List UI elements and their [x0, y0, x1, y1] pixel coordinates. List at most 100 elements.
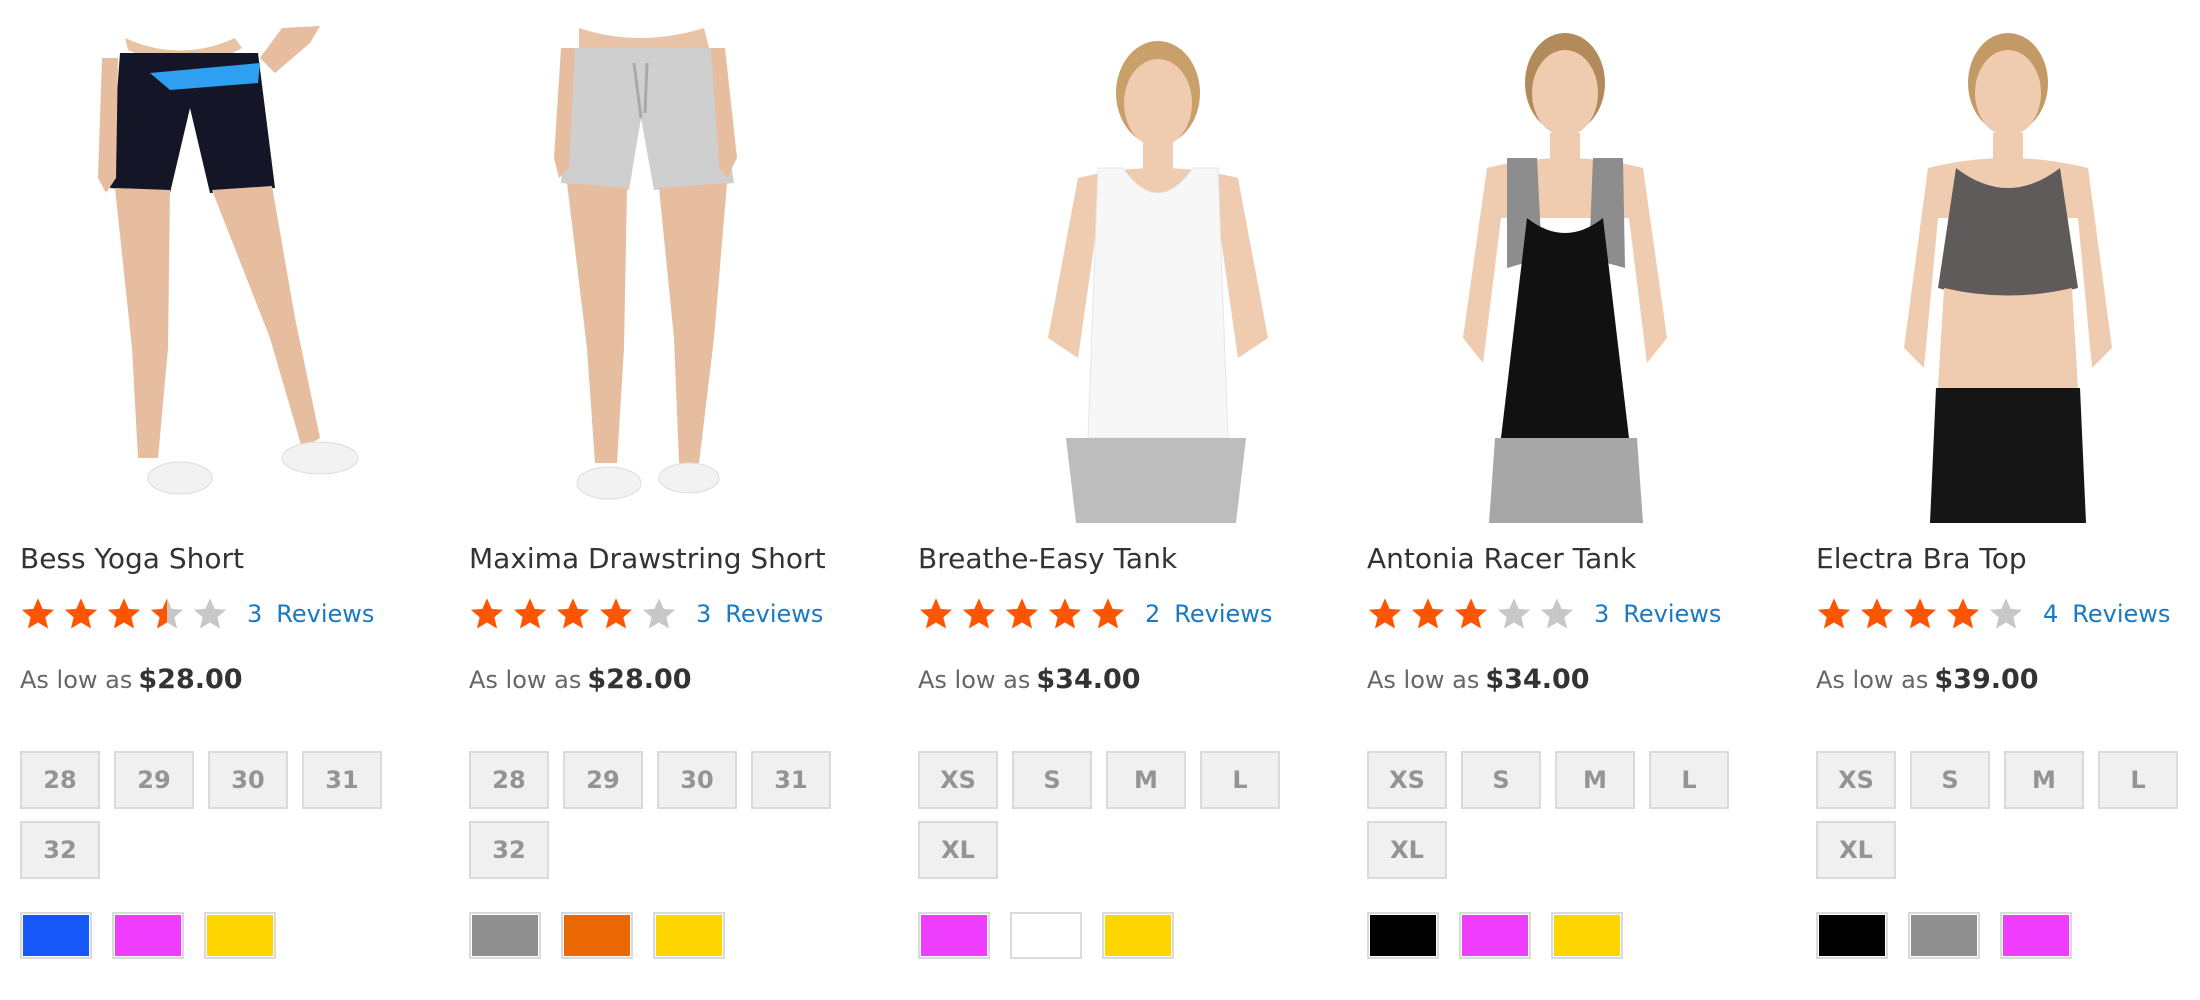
size-option[interactable]: M [1555, 751, 1635, 809]
size-options: XS S M L XL [918, 751, 1318, 879]
product-name-link[interactable]: Antonia Racer Tank [1367, 542, 1636, 575]
reviews-link[interactable]: Reviews [1174, 600, 1272, 628]
price-amount: $28.00 [587, 664, 692, 695]
product-image-link[interactable] [20, 18, 440, 523]
color-swatch[interactable] [1010, 912, 1082, 959]
color-options [20, 912, 276, 959]
product-rating: 3 Reviews [1367, 594, 1721, 634]
reviews-count-link[interactable]: 3 [247, 600, 262, 628]
color-swatch[interactable] [1816, 912, 1888, 959]
size-option[interactable]: M [1106, 751, 1186, 809]
product-rating: 4 Reviews [1816, 594, 2170, 634]
star-icon [1454, 598, 1488, 629]
size-option[interactable]: 31 [302, 751, 382, 809]
product-rating: 3 Reviews [469, 594, 823, 634]
size-option[interactable]: 29 [114, 751, 194, 809]
color-swatch[interactable] [2000, 912, 2072, 959]
product-price: As low as $34.00 [1367, 664, 1590, 695]
size-option[interactable]: S [1461, 751, 1541, 809]
color-swatch[interactable] [1908, 912, 1980, 959]
product-price: As low as $28.00 [20, 664, 243, 695]
color-swatch[interactable] [112, 912, 184, 959]
size-option[interactable]: XL [1367, 821, 1447, 879]
product-card: Bess Yoga Short 3 Reviews As low as $28.0… [20, 0, 440, 1000]
star-icon [1048, 598, 1082, 629]
color-swatch[interactable] [561, 912, 633, 959]
product-image-link[interactable] [918, 18, 1338, 523]
color-swatch[interactable] [469, 912, 541, 959]
size-options: 28 29 30 31 32 [20, 751, 420, 879]
product-name-link[interactable]: Electra Bra Top [1816, 542, 2027, 575]
product-name-link[interactable]: Breathe-Easy Tank [918, 542, 1177, 575]
size-option[interactable]: XS [1367, 751, 1447, 809]
reviews-link[interactable]: Reviews [1623, 600, 1721, 628]
product-image-link[interactable] [1816, 18, 2200, 523]
star-icon [1540, 598, 1574, 629]
star-icon [1368, 598, 1402, 629]
size-option[interactable]: L [1200, 751, 1280, 809]
size-option[interactable]: M [2004, 751, 2084, 809]
reviews-link[interactable]: Reviews [725, 600, 823, 628]
color-swatch[interactable] [20, 912, 92, 959]
product-name-link[interactable]: Maxima Drawstring Short [469, 542, 826, 575]
star-icon [21, 598, 55, 629]
reviews-count-link[interactable]: 3 [1594, 600, 1609, 628]
size-option[interactable]: XS [1816, 751, 1896, 809]
product-photo [1367, 18, 1787, 523]
rating-stars [1816, 596, 2031, 632]
size-option[interactable]: XL [1816, 821, 1896, 879]
color-swatch[interactable] [1551, 912, 1623, 959]
size-option[interactable]: 30 [657, 751, 737, 809]
size-options: XS S M L XL [1816, 751, 2200, 879]
product-image-link[interactable] [1367, 18, 1787, 523]
product-price: As low as $28.00 [469, 664, 692, 695]
color-swatch[interactable] [1102, 912, 1174, 959]
size-options: XS S M L XL [1367, 751, 1767, 879]
rating-stars [469, 596, 684, 632]
star-icon [642, 598, 676, 629]
color-swatch[interactable] [1459, 912, 1531, 959]
size-option[interactable]: 28 [20, 751, 100, 809]
price-label: As low as [1367, 666, 1480, 694]
star-icon [470, 598, 504, 629]
star-icon [919, 598, 953, 629]
color-swatch[interactable] [204, 912, 276, 959]
star-icon [1411, 598, 1445, 629]
reviews-count-link[interactable]: 4 [2043, 600, 2058, 628]
reviews-count-link[interactable]: 3 [696, 600, 711, 628]
size-option[interactable]: XL [918, 821, 998, 879]
price-label: As low as [469, 666, 582, 694]
size-option[interactable]: 32 [469, 821, 549, 879]
product-photo [1816, 18, 2200, 523]
product-card: Electra Bra Top 4 Reviews As low as $39.0… [1816, 0, 2200, 1000]
size-option[interactable]: S [1012, 751, 1092, 809]
size-option[interactable]: 30 [208, 751, 288, 809]
size-option[interactable]: S [1910, 751, 1990, 809]
size-option[interactable]: L [1649, 751, 1729, 809]
color-swatch[interactable] [1367, 912, 1439, 959]
size-option[interactable]: 28 [469, 751, 549, 809]
product-rating: 3 Reviews [20, 594, 374, 634]
size-option[interactable]: 31 [751, 751, 831, 809]
size-options: 28 29 30 31 32 [469, 751, 869, 879]
reviews-link[interactable]: Reviews [276, 600, 374, 628]
product-grid: Bess Yoga Short 3 Reviews As low as $28.0… [0, 0, 2200, 1000]
star-icon [193, 598, 227, 629]
star-icon [150, 598, 184, 629]
star-icon [1817, 598, 1851, 629]
size-option[interactable]: L [2098, 751, 2178, 809]
color-options [1816, 912, 2072, 959]
size-option[interactable]: XS [918, 751, 998, 809]
product-price: As low as $39.00 [1816, 664, 2039, 695]
star-icon [1903, 598, 1937, 629]
color-swatch[interactable] [918, 912, 990, 959]
reviews-count-link[interactable]: 2 [1145, 600, 1160, 628]
reviews-link[interactable]: Reviews [2072, 600, 2170, 628]
color-swatch[interactable] [653, 912, 725, 959]
size-option[interactable]: 29 [563, 751, 643, 809]
product-price: As low as $34.00 [918, 664, 1141, 695]
product-name-link[interactable]: Bess Yoga Short [20, 542, 244, 575]
size-option[interactable]: 32 [20, 821, 100, 879]
product-image-link[interactable] [469, 18, 889, 523]
price-amount: $39.00 [1934, 664, 2039, 695]
